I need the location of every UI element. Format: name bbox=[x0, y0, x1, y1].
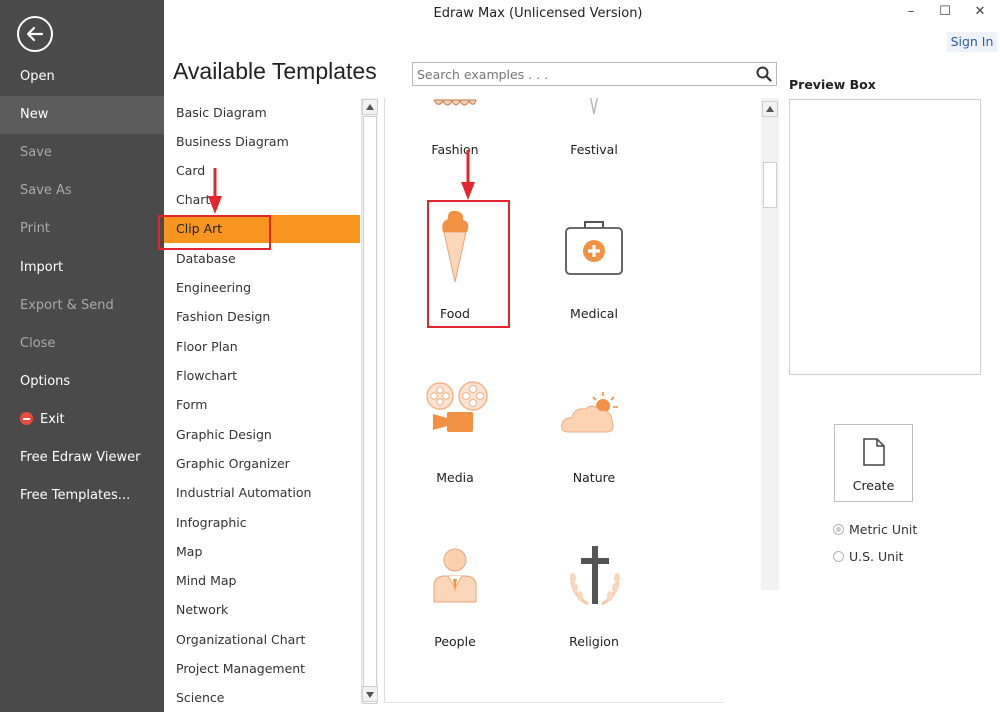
category-item-chart[interactable]: Chart bbox=[164, 186, 360, 214]
us-unit-label: U.S. Unit bbox=[849, 549, 904, 564]
scroll-up-button[interactable] bbox=[362, 99, 378, 115]
search-input[interactable] bbox=[413, 63, 743, 85]
category-item-graphic-organizer[interactable]: Graphic Organizer bbox=[164, 450, 360, 478]
gallery-scroll-thumb[interactable] bbox=[763, 162, 777, 208]
backstage-sidebar: Open New Save Save As Print Import Expor… bbox=[0, 0, 164, 712]
back-arrow-icon[interactable] bbox=[17, 16, 53, 52]
category-item-organizational-chart[interactable]: Organizational Chart bbox=[164, 626, 360, 654]
annotation-arrow-icon bbox=[208, 168, 222, 214]
new-document-icon bbox=[863, 438, 885, 466]
category-item-flowchart[interactable]: Flowchart bbox=[164, 362, 360, 390]
us-unit-option[interactable]: U.S. Unit bbox=[833, 549, 903, 564]
template-tile-religion[interactable]: Religion bbox=[544, 530, 644, 650]
category-item-mind-map[interactable]: Mind Map bbox=[164, 567, 360, 595]
category-item-engineering[interactable]: Engineering bbox=[164, 274, 360, 302]
search-icon[interactable] bbox=[756, 66, 772, 86]
preview-box-label: Preview Box bbox=[789, 77, 876, 92]
page-title: Available Templates bbox=[173, 58, 377, 84]
gallery-scrollbar[interactable] bbox=[761, 98, 779, 590]
sidebar-item-open[interactable]: Open bbox=[0, 58, 164, 96]
sign-in-link[interactable]: Sign In bbox=[947, 32, 997, 52]
category-item-card[interactable]: Card bbox=[164, 157, 360, 185]
category-item-science[interactable]: Science bbox=[164, 684, 360, 708]
sidebar-item-options[interactable]: Options bbox=[0, 363, 164, 401]
create-button[interactable]: Create bbox=[834, 424, 913, 502]
template-label-fashion: Fashion bbox=[431, 142, 479, 157]
scroll-down-button[interactable] bbox=[362, 686, 378, 702]
template-tile-fashion[interactable]: Fashion bbox=[405, 98, 505, 188]
fashion-icon bbox=[433, 99, 477, 106]
annotation-arrow-icon bbox=[461, 150, 475, 200]
sidebar-item-save-as[interactable]: Save As bbox=[0, 172, 164, 210]
window-title-text: Edraw Max (Unlicensed Version) bbox=[433, 6, 643, 21]
annotation-highlight-food bbox=[427, 200, 510, 328]
sidebar-item-free-templates[interactable]: Free Templates... bbox=[0, 477, 164, 515]
template-tile-nature[interactable]: Nature bbox=[544, 366, 644, 486]
category-list: Basic Diagram Business Diagram Card Char… bbox=[164, 98, 360, 708]
maximize-button[interactable]: ☐ bbox=[934, 2, 956, 22]
sidebar-item-export-send[interactable]: Export & Send bbox=[0, 287, 164, 325]
first-aid-kit-icon bbox=[565, 221, 623, 275]
category-item-industrial-automation[interactable]: Industrial Automation bbox=[164, 479, 360, 507]
search-box bbox=[412, 62, 777, 86]
template-tile-festival[interactable]: Festival bbox=[544, 98, 644, 188]
category-item-project-management[interactable]: Project Management bbox=[164, 655, 360, 683]
cross-icon bbox=[570, 546, 620, 606]
template-label-people: People bbox=[434, 634, 476, 649]
template-label-medical: Medical bbox=[570, 306, 618, 321]
category-item-graphic-design[interactable]: Graphic Design bbox=[164, 421, 360, 449]
sidebar-item-free-edraw-viewer[interactable]: Free Edraw Viewer bbox=[0, 439, 164, 477]
metric-unit-label: Metric Unit bbox=[849, 522, 918, 537]
sidebar-item-print[interactable]: Print bbox=[0, 210, 164, 248]
metric-unit-radio[interactable] bbox=[833, 524, 844, 535]
sidebar-item-save[interactable]: Save bbox=[0, 134, 164, 172]
sidebar-item-exit-label: Exit bbox=[40, 412, 65, 427]
cloud-sun-icon bbox=[561, 392, 618, 433]
category-item-network[interactable]: Network bbox=[164, 596, 360, 624]
template-tile-people[interactable]: People bbox=[405, 530, 505, 650]
preview-box bbox=[789, 99, 981, 375]
gallery-scroll-up-button[interactable] bbox=[762, 101, 778, 117]
template-tile-medical[interactable]: Medical bbox=[544, 202, 644, 322]
category-scrollbar[interactable] bbox=[361, 98, 378, 704]
festival-icon bbox=[590, 98, 598, 115]
person-icon bbox=[433, 548, 477, 603]
category-scroll-thumb[interactable] bbox=[363, 116, 377, 704]
film-camera-icon bbox=[426, 381, 488, 432]
sidebar-item-import[interactable]: Import bbox=[0, 249, 164, 287]
sidebar-item-exit[interactable]: Exit bbox=[0, 401, 164, 439]
category-item-fashion-design[interactable]: Fashion Design bbox=[164, 303, 360, 331]
annotation-highlight-clip-art bbox=[158, 215, 271, 250]
window-title: Edraw Max (Unlicensed Version) bbox=[164, 6, 912, 21]
gallery-divider bbox=[384, 702, 724, 703]
category-item-form[interactable]: Form bbox=[164, 391, 360, 419]
template-tile-media[interactable]: Media bbox=[405, 366, 505, 486]
sidebar-item-new[interactable]: New bbox=[0, 96, 164, 134]
category-item-map[interactable]: Map bbox=[164, 538, 360, 566]
exit-icon bbox=[20, 412, 33, 425]
close-button[interactable]: ✕ bbox=[969, 2, 991, 22]
template-label-religion: Religion bbox=[569, 634, 619, 649]
template-gallery: Fashion Festival Food Medical Media Natu… bbox=[384, 98, 762, 702]
us-unit-radio[interactable] bbox=[833, 551, 844, 562]
category-item-business-diagram[interactable]: Business Diagram bbox=[164, 128, 360, 156]
minimize-button[interactable]: – bbox=[900, 2, 922, 22]
template-label-festival: Festival bbox=[570, 142, 618, 157]
create-button-label: Create bbox=[852, 478, 895, 493]
category-item-floor-plan[interactable]: Floor Plan bbox=[164, 333, 360, 361]
metric-unit-option[interactable]: Metric Unit bbox=[833, 522, 917, 537]
category-item-basic-diagram[interactable]: Basic Diagram bbox=[164, 99, 360, 127]
template-label-media: Media bbox=[436, 470, 474, 485]
template-label-nature: Nature bbox=[572, 470, 616, 485]
category-item-infographic[interactable]: Infographic bbox=[164, 509, 360, 537]
sidebar-item-close[interactable]: Close bbox=[0, 325, 164, 363]
